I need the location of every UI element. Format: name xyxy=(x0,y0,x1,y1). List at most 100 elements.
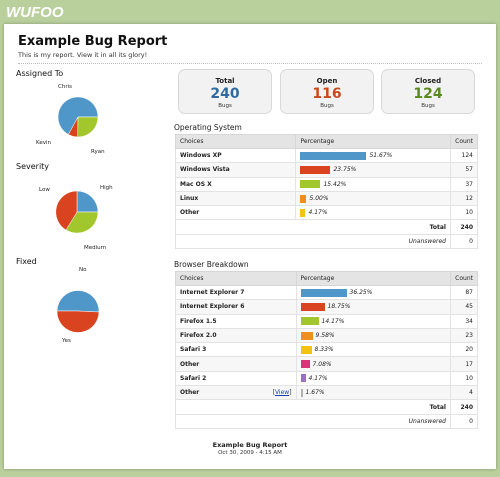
stat-closed-value: 124 xyxy=(413,86,443,102)
count-cell: 17 xyxy=(449,356,479,372)
percentage-cell: 36.25% xyxy=(295,284,451,301)
view-link-wrapper: [View] xyxy=(272,389,292,397)
percentage-text: 4.17% xyxy=(308,209,328,217)
pie-label-low: Low xyxy=(39,187,50,193)
stat-total-box: Total 240 Bugs xyxy=(178,69,272,114)
count-cell: 124 xyxy=(449,147,479,164)
table-row: Linux 5.00% 12 xyxy=(174,190,479,207)
choice-cell: Linux xyxy=(174,190,297,207)
count-cell: 34 xyxy=(449,313,479,329)
pie-label-medium: Medium xyxy=(84,245,106,251)
footer-date: Oct 30, 2009 - 4:15 AM xyxy=(218,450,282,456)
percentage-text: 8.33% xyxy=(314,346,334,354)
choice-cell: Firefox 2.0 xyxy=(175,327,297,344)
pie-slice-high xyxy=(76,190,99,213)
unanswered-value: 0 xyxy=(449,233,479,250)
percentage-bar xyxy=(300,331,313,340)
percentage-bar xyxy=(300,317,319,326)
table-row: Firefox 2.0 9.58% 23 xyxy=(175,327,479,344)
percentage-bar xyxy=(300,194,307,203)
percentage-text: 36.25% xyxy=(349,289,373,297)
pie-title-fixed: Fixed xyxy=(16,257,37,266)
choice-label: Mac OS X xyxy=(180,180,212,188)
stat-closed-box: Closed 124 Bugs xyxy=(381,69,475,114)
choice-cell: Safari 3 xyxy=(175,342,297,358)
browser-section-title: Browser Breakdown xyxy=(174,260,249,269)
count-cell: 4 xyxy=(449,385,479,401)
pie-slice-yes xyxy=(56,310,100,333)
table-row: Windows Vista 23.75% 57 xyxy=(174,162,479,178)
choice-label: Windows XP xyxy=(180,152,222,160)
unanswered-label: Unanswered xyxy=(175,413,451,429)
percentage-bar xyxy=(300,388,303,397)
choice-cell: Internet Explorer 6 xyxy=(175,299,297,315)
stat-closed-label: Closed xyxy=(414,77,442,85)
pie-label-ryan: Ryan xyxy=(91,149,105,155)
percentage-bar xyxy=(300,360,310,369)
percentage-cell: 14.17% xyxy=(295,313,451,329)
percentage-cell: 18.75% xyxy=(295,299,451,315)
percentage-cell: 51.67% xyxy=(295,147,451,164)
col-header-percentage: Percentage xyxy=(295,271,451,286)
pie-label-chris: Chris xyxy=(58,84,72,90)
unanswered-label: Unanswered xyxy=(175,233,451,250)
percentage-bar xyxy=(300,302,325,311)
percentage-bar xyxy=(300,180,321,189)
count-cell: 10 xyxy=(449,370,479,387)
count-cell: 20 xyxy=(449,342,479,358)
percentage-text: 5.00% xyxy=(309,195,329,203)
stat-open-box: Open 116 Bugs xyxy=(280,69,374,114)
os-section-title: Operating System xyxy=(174,123,242,132)
col-header-percentage: Percentage xyxy=(295,134,451,149)
choice-label: Linux xyxy=(180,195,199,203)
table-row: Firefox 1.5 14.17% 34 xyxy=(175,313,479,329)
pie-label-kevin: Kevin xyxy=(36,140,51,146)
count-cell: 45 xyxy=(449,299,479,315)
page-subtitle: This is my report. View it in all its gl… xyxy=(18,51,148,59)
wufoo-logo: WUFOO xyxy=(6,4,64,21)
percentage-text: 1.67% xyxy=(305,389,325,397)
percentage-cell: 8.33% xyxy=(295,342,451,358)
choice-label: Other xyxy=(180,389,200,397)
count-cell: 87 xyxy=(449,284,479,301)
table-row: Safari 2 4.17% 10 xyxy=(175,370,479,387)
stat-open-label: Open xyxy=(316,77,338,85)
choice-cell: Other xyxy=(175,356,297,372)
table-row: Internet Explorer 7 36.25% 87 xyxy=(175,284,479,301)
pie-slice-ryan xyxy=(77,116,99,138)
choice-label: Internet Explorer 7 xyxy=(180,289,245,297)
choice-cell: Mac OS X xyxy=(174,176,297,192)
stat-closed-sub: Bugs xyxy=(421,103,435,109)
percentage-text: 23.75% xyxy=(333,166,357,174)
count-cell: 12 xyxy=(449,190,479,207)
percentage-bar xyxy=(300,345,312,354)
pie-title-severity: Severity xyxy=(16,162,50,171)
choice-label: Safari 2 xyxy=(180,374,207,382)
percentage-cell: 7.08% xyxy=(295,356,451,372)
percentage-cell: 4.17% xyxy=(295,205,451,221)
stat-open-value: 116 xyxy=(312,86,342,102)
view-link[interactable]: View xyxy=(275,389,289,396)
stat-total-sub: Bugs xyxy=(218,103,232,109)
severity-pie xyxy=(55,190,99,234)
percentage-bar xyxy=(300,151,367,160)
stat-total-label: Total xyxy=(215,77,235,85)
percentage-text: 18.75% xyxy=(327,303,351,311)
table-row: Other 4.17% 10 xyxy=(174,205,479,221)
count-cell: 10 xyxy=(449,205,479,221)
choice-label: Other xyxy=(180,360,200,368)
table-row: Other 7.08% 17 xyxy=(175,356,479,372)
table-row: Other [View] 1.67% 4 xyxy=(175,385,479,401)
stat-total-value: 240 xyxy=(210,86,240,102)
total-value: 240 xyxy=(449,399,479,415)
percentage-text: 14.17% xyxy=(321,317,345,325)
percentage-cell: 23.75% xyxy=(295,162,451,178)
percentage-cell: 9.58% xyxy=(295,327,451,344)
choice-cell: Windows Vista xyxy=(174,162,297,178)
choice-label: Safari 3 xyxy=(180,346,207,354)
assigned-to-pie xyxy=(57,96,99,138)
pie-label-high: High xyxy=(100,185,113,191)
percentage-cell: 1.67% xyxy=(295,385,451,401)
fixed-pie xyxy=(56,290,100,333)
percentage-bar xyxy=(300,165,331,174)
